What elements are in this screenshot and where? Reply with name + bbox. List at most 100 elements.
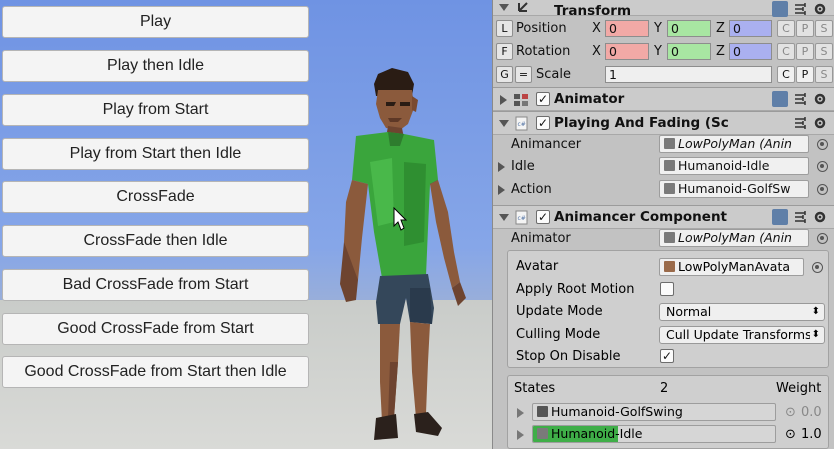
playing-and-fading-enabled-checkbox[interactable]: ✓ xyxy=(536,116,550,130)
preset-icon[interactable] xyxy=(793,209,809,225)
foldout-arrow-icon[interactable] xyxy=(499,120,509,127)
animancer-component-enabled-checkbox[interactable]: ✓ xyxy=(536,210,550,224)
culling-mode-dropdown[interactable]: Cull Update Transforms ⬍ xyxy=(659,326,825,344)
animation-clip-icon xyxy=(664,183,675,194)
playing-and-fading-header[interactable]: c# ✓ Playing And Fading (Sc xyxy=(493,111,834,135)
scale-uniform-toggle[interactable]: = xyxy=(515,66,532,83)
animator-object-field[interactable]: LowPolyMan (Anin xyxy=(659,229,809,247)
object-picker-icon[interactable] xyxy=(817,184,828,195)
good-crossfade-from-start-button[interactable]: Good CrossFade from Start xyxy=(2,313,309,345)
idle-object-value: Humanoid-Idle xyxy=(678,158,770,173)
animancer-object-field[interactable]: LowPolyMan (Anin xyxy=(659,135,809,153)
foldout-arrow-icon[interactable] xyxy=(500,95,507,105)
rotation-snap-button[interactable]: S xyxy=(815,43,833,60)
transform-header[interactable]: Transform xyxy=(493,0,834,19)
animancer-component-header[interactable]: c# ✓ Animancer Component xyxy=(493,205,834,229)
avatar-icon xyxy=(664,261,675,272)
idle-object-field[interactable]: Humanoid-Idle xyxy=(659,157,809,175)
rotation-x-field[interactable]: 0 xyxy=(605,43,649,60)
state-row-idle[interactable]: Humanoid-Idle xyxy=(532,425,776,443)
bad-crossfade-from-start-button[interactable]: Bad CrossFade from Start xyxy=(2,269,309,301)
help-icon[interactable] xyxy=(772,209,788,225)
rotation-y-field[interactable]: 0 xyxy=(667,43,711,60)
rotation-z-field[interactable]: 0 xyxy=(729,43,772,60)
preset-icon[interactable] xyxy=(793,91,809,107)
play-then-idle-button[interactable]: Play then Idle xyxy=(2,50,309,82)
settings-gear-icon[interactable] xyxy=(813,1,829,17)
settings-gear-icon[interactable] xyxy=(813,91,829,107)
states-count: 2 xyxy=(660,381,669,396)
animator-header[interactable]: ✓ Animator xyxy=(493,87,834,111)
states-box: States 2 Weight Humanoid-GolfSwing ⊙ 0.0… xyxy=(507,375,829,449)
scale-lock-G[interactable]: G xyxy=(496,66,513,83)
weight-header: Weight xyxy=(776,381,822,396)
settings-gear-icon[interactable] xyxy=(813,209,829,225)
good-crossfade-from-start-then-idle-button[interactable]: Good CrossFade from Start then Idle xyxy=(2,356,309,388)
rotation-x-axis: X xyxy=(592,44,601,59)
states-label: States xyxy=(514,381,556,396)
playing-and-fading-title: Playing And Fading (Sc xyxy=(554,115,729,131)
play-button[interactable]: Play xyxy=(2,6,309,38)
help-icon[interactable] xyxy=(772,1,788,17)
position-snap-button[interactable]: S xyxy=(815,20,833,37)
play-from-start-then-idle-button[interactable]: Play from Start then Idle xyxy=(2,138,309,170)
stop-on-disable-checkbox[interactable]: ✓ xyxy=(660,349,674,363)
state-row-golfswing[interactable]: Humanoid-GolfSwing xyxy=(532,403,776,421)
state-name: Humanoid-GolfSwing xyxy=(551,404,683,419)
position-y-field[interactable]: 0 xyxy=(667,20,711,37)
settings-gear-icon[interactable] xyxy=(813,115,829,131)
preset-icon[interactable] xyxy=(793,115,809,131)
crossfade-button[interactable]: CrossFade xyxy=(2,181,309,213)
object-picker-icon[interactable] xyxy=(817,161,828,172)
scale-copy-button[interactable]: C xyxy=(777,66,795,83)
position-y-axis: Y xyxy=(654,21,662,36)
scale-snap-button[interactable]: S xyxy=(815,66,833,83)
foldout-arrow-icon[interactable] xyxy=(499,214,509,221)
position-z-field[interactable]: 0 xyxy=(729,20,772,37)
apply-root-motion-checkbox[interactable] xyxy=(660,282,674,296)
animator-enabled-checkbox[interactable]: ✓ xyxy=(536,92,550,106)
action-object-field[interactable]: Humanoid-GolfSw xyxy=(659,180,809,198)
object-picker-icon[interactable] xyxy=(817,233,828,244)
avatar-object-value: LowPolyManAvata xyxy=(678,259,791,274)
rotation-copy-button[interactable]: C xyxy=(777,43,795,60)
help-icon[interactable] xyxy=(772,91,788,107)
crossfade-then-idle-button[interactable]: CrossFade then Idle xyxy=(2,225,309,257)
rotation-label: Rotation xyxy=(516,44,571,59)
dropdown-arrow-icon: ⬍ xyxy=(809,327,820,343)
position-paste-button[interactable]: P xyxy=(796,20,814,37)
script-icon xyxy=(664,138,675,149)
scale-paste-button[interactable]: P xyxy=(796,66,814,83)
state-name: Humanoid-Idle xyxy=(551,426,643,441)
object-picker-icon[interactable] xyxy=(812,262,823,273)
scale-field[interactable]: 1 xyxy=(605,66,772,83)
animation-clip-icon xyxy=(537,406,548,417)
state-weight: 0.0 xyxy=(801,405,822,420)
rotation-lock-F[interactable]: F xyxy=(496,43,513,60)
animator-icon xyxy=(514,94,528,106)
position-lock-L[interactable]: L xyxy=(496,20,513,37)
preset-icon[interactable] xyxy=(793,1,809,17)
action-field-label: Action xyxy=(511,182,552,197)
update-mode-dropdown[interactable]: Normal ⬍ xyxy=(659,303,825,321)
action-foldout-arrow-icon[interactable] xyxy=(498,185,505,195)
state-foldout-arrow-icon[interactable] xyxy=(517,408,524,418)
foldout-arrow-icon[interactable] xyxy=(499,4,509,11)
position-x-field[interactable]: 0 xyxy=(605,20,649,37)
avatar-object-field[interactable]: LowPolyManAvata xyxy=(659,258,804,276)
script-icon: c# xyxy=(515,210,528,225)
avatar-label: Avatar xyxy=(516,259,559,274)
idle-foldout-arrow-icon[interactable] xyxy=(498,162,505,172)
position-x-axis: X xyxy=(592,21,601,36)
idle-field-label: Idle xyxy=(511,159,535,174)
object-picker-icon[interactable] xyxy=(817,139,828,150)
state-foldout-arrow-icon[interactable] xyxy=(517,430,524,440)
rotation-paste-button[interactable]: P xyxy=(796,43,814,60)
position-copy-button[interactable]: C xyxy=(777,20,795,37)
animator-icon xyxy=(664,232,675,243)
transform-title: Transform xyxy=(554,3,632,19)
culling-mode-value: Cull Update Transforms xyxy=(666,327,812,342)
svg-text:c#: c# xyxy=(518,215,526,222)
animator-field-label: Animator xyxy=(511,231,571,246)
play-from-start-button[interactable]: Play from Start xyxy=(2,94,309,126)
